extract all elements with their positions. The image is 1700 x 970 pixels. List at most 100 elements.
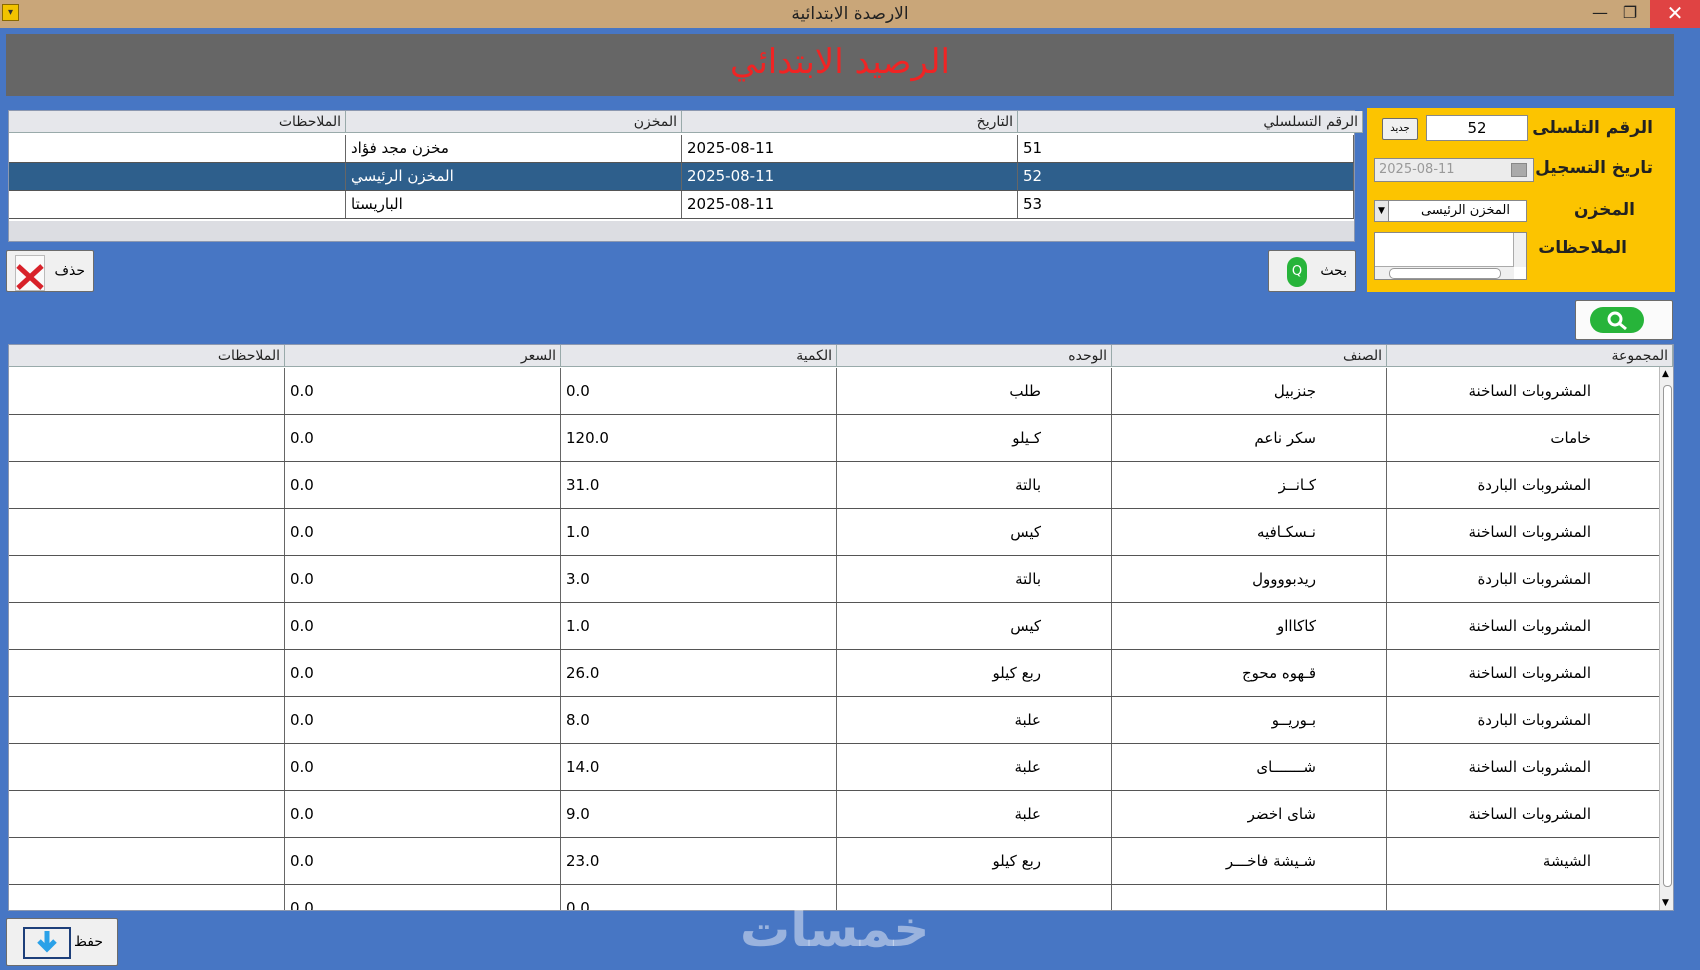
notes-textarea[interactable] xyxy=(1374,232,1527,280)
delete-button[interactable]: حذف xyxy=(6,250,94,292)
delete-label: حذف xyxy=(54,263,85,279)
item-price-cell: 0.0 xyxy=(285,509,561,555)
items-row[interactable]: 0.0 26.0 ربع كيلو قـهوه محوج المشروبات الساخ… xyxy=(9,650,1661,697)
item-quantity-cell: 31.0 xyxy=(561,462,837,508)
new-button[interactable]: جديد xyxy=(1382,118,1418,140)
column-header-group[interactable]: المجموعة xyxy=(1387,345,1673,367)
item-group-cell: خامات xyxy=(1387,415,1661,461)
items-row[interactable]: 0.0 8.0 علبة بـوريــو المشروبات الباردة xyxy=(9,697,1661,744)
column-header-quantity[interactable]: الكمية xyxy=(561,345,837,367)
window-title: الارصدة الابتدائية xyxy=(791,4,909,24)
items-row[interactable]: 0.0 1.0 كيس نـسكـافيه المشروبات الساخنة xyxy=(9,509,1661,556)
item-name-cell: شـيشة فاخـــر xyxy=(1112,838,1387,884)
close-button[interactable]: ✕ xyxy=(1650,0,1700,28)
item-price-cell: 0.0 xyxy=(285,462,561,508)
item-group-cell: المشروبات الساخنة xyxy=(1387,744,1661,790)
entry-form-panel: الرقم التلسلى 52 جديد تاريخ التسجيل 2025… xyxy=(1367,108,1675,292)
items-row[interactable]: 0.0 1.0 كيس كاكاااو المشروبات الساخنة xyxy=(9,603,1661,650)
notes-horizontal-scrollbar[interactable] xyxy=(1375,266,1514,279)
doc-serial-cell: 52 xyxy=(1018,163,1354,190)
items-row[interactable]: 0.0 31.0 بالتة كـانــز المشروبات الباردة xyxy=(9,462,1661,509)
item-name-cell: شـــــــاى xyxy=(1112,744,1387,790)
items-vertical-scrollbar[interactable]: ▲ ▼ xyxy=(1659,367,1673,910)
item-unit-cell: طلب xyxy=(837,368,1112,414)
column-header-notes[interactable]: الملاحظات xyxy=(9,111,346,133)
item-name-cell: سكر ناعم xyxy=(1112,415,1387,461)
item-unit-cell: ربع كيلو xyxy=(837,650,1112,696)
doc-store-cell: الباريستا xyxy=(346,191,682,218)
item-group-cell: المشروبات الساخنة xyxy=(1387,791,1661,837)
serial-label: الرقم التلسلى xyxy=(1532,118,1653,138)
scroll-up-icon[interactable]: ▲ xyxy=(1662,369,1669,379)
column-header-price[interactable]: السعر xyxy=(285,345,561,367)
item-notes-cell xyxy=(9,697,285,743)
item-quantity-cell: 1.0 xyxy=(561,603,837,649)
item-notes-cell xyxy=(9,556,285,602)
item-notes-cell xyxy=(9,650,285,696)
items-row[interactable]: 0.0 0.0 طلب جنزبيل المشروبات الساخنة xyxy=(9,368,1661,415)
delete-document-icon xyxy=(15,255,45,291)
item-group-cell: المشروبات الساخنة xyxy=(1387,603,1661,649)
item-unit-cell: كيس xyxy=(837,509,1112,555)
doc-date-cell: 2025-08-11 xyxy=(682,191,1018,218)
maximize-button[interactable]: ❐ xyxy=(1612,0,1648,28)
item-name-cell: قـهوه محوج xyxy=(1112,650,1387,696)
search-icon: Q xyxy=(1287,257,1307,287)
item-quantity-cell: 120.0 xyxy=(561,415,837,461)
item-notes-cell xyxy=(9,791,285,837)
doc-serial-cell: 53 xyxy=(1018,191,1354,218)
notes-vertical-scrollbar[interactable] xyxy=(1513,233,1526,267)
item-quantity-cell: 9.0 xyxy=(561,791,837,837)
doc-notes-cell xyxy=(9,135,346,162)
store-label: المخزن xyxy=(1574,200,1635,220)
items-row[interactable]: 0.0 23.0 ربع كيلو شـيشة فاخـــر الشيشة xyxy=(9,838,1661,885)
item-price-cell: 0.0 xyxy=(285,650,561,696)
documents-row[interactable]: الباريستا 2025-08-11 53 xyxy=(9,191,1354,219)
save-download-icon xyxy=(23,927,71,959)
column-header-unit[interactable]: الوحده xyxy=(837,345,1112,367)
column-header-serial[interactable]: الرقم التسلسلي xyxy=(1018,111,1363,133)
doc-notes-cell xyxy=(9,163,346,190)
store-select[interactable]: المخزن الرئيسى ▼ xyxy=(1374,200,1527,222)
item-quantity-cell: 23.0 xyxy=(561,838,837,884)
items-grid[interactable]: الملاحظات السعر الكمية الوحده الصنف المج… xyxy=(8,344,1674,911)
date-label: تاريخ التسجيل xyxy=(1535,158,1653,178)
documents-row-selected[interactable]: المخزن الرئيسي 2025-08-11 52 xyxy=(9,163,1354,191)
find-item-button[interactable] xyxy=(1575,300,1673,340)
column-header-store[interactable]: المخزن xyxy=(346,111,682,133)
search-label: بحث xyxy=(1320,263,1347,279)
scrollbar-thumb[interactable] xyxy=(1663,385,1672,887)
items-row[interactable]: 0.0 9.0 علبة شاى اخضر المشروبات الساخنة xyxy=(9,791,1661,838)
items-row[interactable]: 0.0 120.0 كـيلو سكر ناعم خامات xyxy=(9,415,1661,462)
item-quantity-cell: 8.0 xyxy=(561,697,837,743)
doc-serial-cell: 51 xyxy=(1018,135,1354,162)
item-group-cell xyxy=(1387,885,1661,910)
item-group-cell: المشروبات الباردة xyxy=(1387,556,1661,602)
serial-input[interactable]: 52 xyxy=(1426,115,1528,141)
documents-row[interactable]: مخزن مجد فؤاد 2025-08-11 51 xyxy=(9,135,1354,163)
scrollbar-thumb[interactable] xyxy=(1389,268,1501,279)
magnifier-icon xyxy=(1590,307,1644,333)
item-unit-cell: كـيلو xyxy=(837,415,1112,461)
column-header-notes[interactable]: الملاحظات xyxy=(9,345,285,367)
item-unit-cell: علبة xyxy=(837,697,1112,743)
header-band: الرصيد الابتدائي xyxy=(6,34,1674,96)
column-header-date[interactable]: التاريخ xyxy=(682,111,1018,133)
date-picker[interactable]: 2025-08-11 xyxy=(1374,158,1534,182)
items-row[interactable]: 0.0 3.0 بالتة ريدبوووول المشروبات الباردة xyxy=(9,556,1661,603)
chevron-down-icon[interactable]: ▼ xyxy=(1375,201,1389,221)
column-header-item[interactable]: الصنف xyxy=(1112,345,1387,367)
item-quantity-cell: 14.0 xyxy=(561,744,837,790)
item-price-cell: 0.0 xyxy=(285,603,561,649)
item-unit-cell: علبة xyxy=(837,791,1112,837)
documents-grid[interactable]: الملاحظات المخزن التاريخ الرقم التسلسلي … xyxy=(8,110,1363,242)
save-button[interactable]: حفظ xyxy=(6,918,118,966)
grid-empty-area xyxy=(9,221,1354,241)
scroll-down-icon[interactable]: ▼ xyxy=(1662,898,1669,908)
item-notes-cell xyxy=(9,885,285,910)
search-button[interactable]: بحث Q xyxy=(1268,250,1356,292)
item-quantity-cell: 3.0 xyxy=(561,556,837,602)
item-group-cell: المشروبات الساخنة xyxy=(1387,509,1661,555)
items-row[interactable]: 0.0 14.0 علبة شـــــــاى المشروبات الساخنة xyxy=(9,744,1661,791)
calendar-icon[interactable] xyxy=(1511,163,1527,177)
